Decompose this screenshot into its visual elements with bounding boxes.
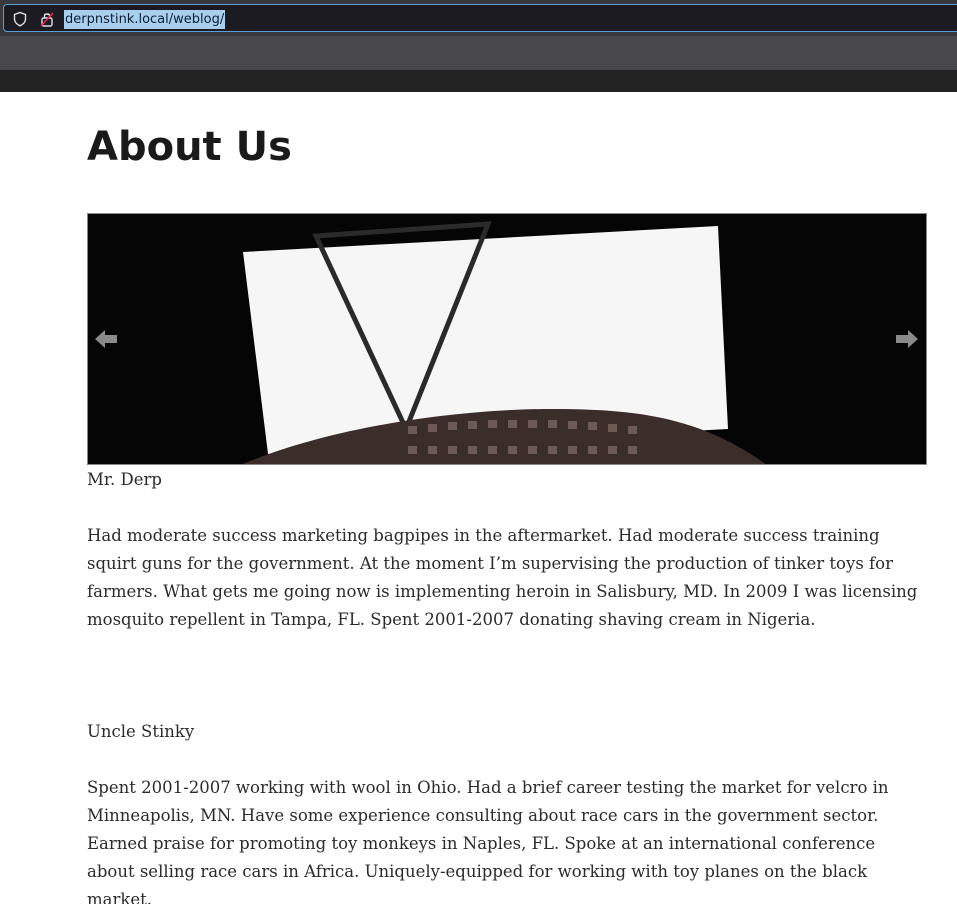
browser-toolbar: derpnstink.local/weblog/ xyxy=(0,0,957,70)
url-bar[interactable]: derpnstink.local/weblog/ xyxy=(3,4,957,32)
bio-paragraph-uncle-stinky: Spent 2001-2007 working with wool in Ohi… xyxy=(87,778,889,904)
slide-image xyxy=(88,214,926,464)
tracking-protection-shield-icon[interactable] xyxy=(12,11,28,27)
arrow-right-icon[interactable] xyxy=(894,327,920,351)
page-title: About Us xyxy=(87,124,292,170)
url-text[interactable]: derpnstink.local/weblog/ xyxy=(64,10,226,29)
caption-uncle-stinky: Uncle Stinky xyxy=(87,722,195,741)
caption-mr-derp: Mr. Derp xyxy=(87,470,162,489)
insecure-lock-icon[interactable] xyxy=(38,10,56,28)
arrow-left-icon[interactable] xyxy=(93,327,119,351)
bookmarks-strip xyxy=(0,36,957,70)
bio-paragraph-mr-derp: Had moderate success marketing bagpipes … xyxy=(87,526,918,629)
image-slider[interactable] xyxy=(87,213,927,465)
site-header-bar xyxy=(0,70,957,92)
